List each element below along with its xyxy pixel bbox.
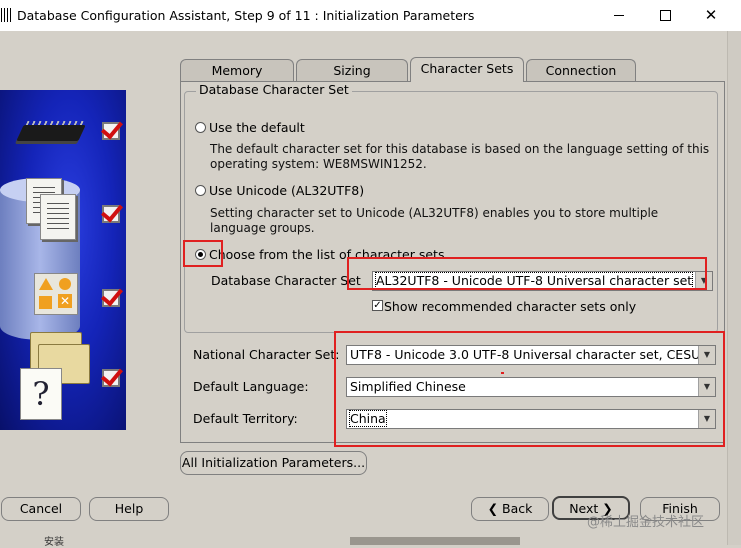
national-character-set-value: UTF8 - Unicode 3.0 UTF-8 Universal chara…	[350, 347, 716, 362]
database-character-set-label: Database Character Set	[211, 273, 361, 288]
close-icon: ✕	[704, 6, 718, 24]
use-default-radio[interactable]	[195, 122, 206, 133]
use-default-label[interactable]: Use the default	[209, 120, 305, 135]
use-default-description: The default character set for this datab…	[210, 142, 710, 171]
title-bar: Database Configuration Assistant, Step 9…	[0, 0, 741, 32]
chevron-down-icon[interactable]: ▼	[698, 346, 715, 364]
app-icon	[1, 8, 13, 22]
annotation-dot	[501, 372, 504, 374]
show-recommended-label[interactable]: Show recommended character sets only	[384, 299, 636, 314]
step-complete-check-icon	[102, 205, 120, 223]
back-button[interactable]: ❮ Back	[471, 497, 549, 521]
national-character-set-select[interactable]: UTF8 - Unicode 3.0 UTF-8 Universal chara…	[346, 345, 716, 365]
x-box-icon: ✕	[58, 294, 72, 308]
maximize-icon	[659, 10, 671, 21]
minimize-icon	[614, 15, 624, 16]
group-title: Database Character Set	[196, 82, 352, 97]
shapes-icon: ✕	[34, 273, 78, 315]
national-character-set-label: National Character Set:	[193, 347, 340, 362]
help-button[interactable]: Help	[89, 497, 169, 521]
triangle-icon	[39, 278, 53, 290]
tab-sizing[interactable]: Sizing	[296, 59, 408, 81]
maximize-button[interactable]	[642, 0, 688, 31]
tab-character-sets[interactable]: Character Sets	[410, 57, 524, 82]
chevron-down-icon[interactable]: ▼	[698, 378, 715, 396]
circle-icon	[59, 278, 71, 290]
all-initialization-parameters-button[interactable]: All Initialization Parameters...	[180, 451, 367, 475]
question-document-icon: ?	[20, 368, 62, 420]
tab-connection-mode[interactable]: Connection Mode	[526, 59, 636, 100]
background-text: 安装	[44, 537, 64, 548]
choose-from-list-label[interactable]: Choose from the list of character sets	[209, 247, 444, 262]
close-button[interactable]: ✕	[688, 0, 734, 31]
show-recommended-checkbox[interactable]: ✓	[372, 300, 383, 311]
default-language-label: Default Language:	[193, 379, 309, 394]
back-button-label: Back	[502, 501, 533, 516]
minimize-button[interactable]	[596, 0, 642, 31]
step-complete-check-icon	[102, 289, 120, 307]
cancel-button[interactable]: Cancel	[1, 497, 81, 521]
database-character-set-select[interactable]: AL32UTF8 - Unicode UTF-8 Universal chara…	[372, 271, 713, 291]
chevron-down-icon[interactable]: ▼	[698, 410, 715, 428]
default-language-select[interactable]: Simplified Chinese ▼	[346, 377, 716, 397]
default-territory-value: China	[349, 410, 387, 427]
tab-memory[interactable]: Memory	[180, 59, 294, 81]
memory-chip-icon	[16, 125, 86, 141]
background-strip	[350, 537, 520, 545]
window-edge	[727, 31, 741, 545]
square-icon	[39, 296, 52, 309]
watermark: @稀土掘金技术社区	[587, 515, 705, 530]
chevron-left-icon: ❮	[487, 501, 503, 516]
default-territory-label: Default Territory:	[193, 411, 298, 426]
default-territory-select[interactable]: China ▼	[346, 409, 716, 429]
use-unicode-description: Setting character set to Unicode (AL32UT…	[210, 206, 659, 235]
use-unicode-radio[interactable]	[195, 185, 206, 196]
window-title: Database Configuration Assistant, Step 9…	[17, 8, 475, 23]
default-language-value: Simplified Chinese	[350, 379, 466, 394]
step-complete-check-icon	[102, 369, 120, 387]
chevron-down-icon[interactable]: ▼	[695, 272, 712, 290]
database-character-set-value: AL32UTF8 - Unicode UTF-8 Universal chara…	[374, 272, 694, 289]
step-complete-check-icon	[102, 122, 120, 140]
choose-from-list-radio[interactable]	[195, 249, 206, 260]
document-icon	[40, 194, 76, 240]
use-unicode-label[interactable]: Use Unicode (AL32UTF8)	[209, 183, 364, 198]
